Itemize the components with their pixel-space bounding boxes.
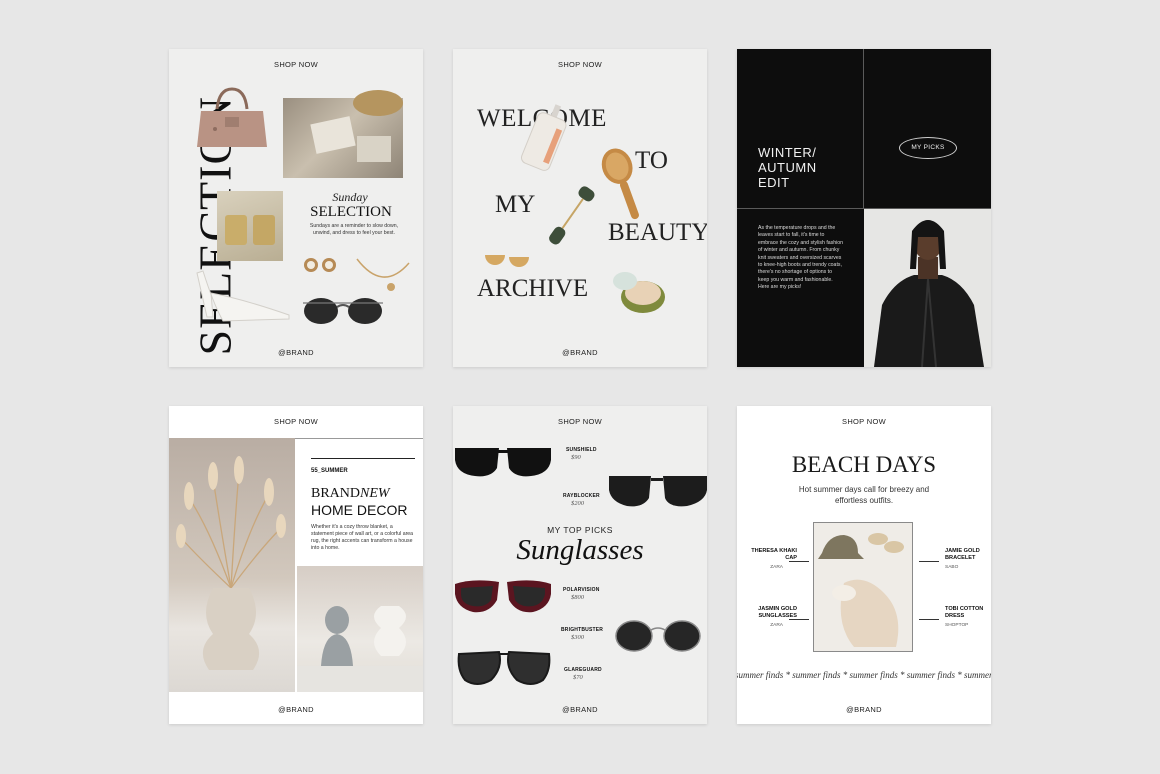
item-store: SHOPTOP: [945, 623, 969, 628]
sunglasses-image: [303, 298, 383, 324]
sunglasses-image-5: [457, 650, 551, 685]
template-card-beauty-archive[interactable]: SHOP NOW WELCOME TO MY BEAUTY ARCHIVE: [453, 49, 707, 367]
product-name: SUNSHIELD: [566, 447, 597, 453]
product-price: $70: [573, 674, 583, 681]
cream-jar-image: [613, 272, 665, 313]
shop-now-label: SHOP NOW: [558, 60, 602, 69]
grid-divider-vertical: [863, 49, 864, 209]
brand-handle: @BRAND: [562, 348, 598, 357]
item-store: ZARA: [770, 623, 783, 628]
script-title: Sunday: [332, 190, 368, 204]
brand-handle: @BRAND: [846, 705, 882, 714]
word-my: MY: [495, 191, 536, 218]
sunglasses-image-4: [615, 620, 701, 652]
desk-flatlay-photo: [283, 90, 403, 178]
product-price: $90: [571, 454, 581, 461]
shop-now-label: SHOP NOW: [558, 417, 602, 426]
pampas-vase-photo: [169, 438, 295, 692]
shop-now-label: SHOP NOW: [274, 60, 318, 69]
product-name: RAYBLOCKER: [563, 493, 600, 499]
beach-title: BEACH DAYS: [791, 452, 937, 477]
decor-title: BRANDNEW HOME DECOR: [311, 486, 408, 518]
pointer-line: [789, 619, 809, 620]
body-text: Sundays are a reminder to slow down, unw…: [309, 223, 399, 236]
brand-handle: @BRAND: [562, 705, 598, 714]
divider-line: [295, 438, 423, 439]
item-name: JASMIN GOLD SUNGLASSES: [758, 606, 797, 619]
section-title: SELECTION: [310, 204, 392, 220]
template-card-winter-edit[interactable]: WINTER/ AUTUMN EDIT MY PICKS As the temp…: [737, 49, 991, 367]
product-price: $300: [571, 634, 584, 641]
tag-underline: [311, 458, 415, 459]
body-text: Whether it's a cozy throw blanket, a sta…: [311, 524, 414, 551]
item-store: SABO: [945, 565, 959, 570]
pearl-earrings-image: [304, 258, 336, 272]
item-name: JAMIE GOLD BRACELET: [945, 548, 980, 561]
buddha-sculpture-photo: [297, 566, 423, 692]
beach-subtitle: Hot summer days call for breezy and effo…: [798, 485, 930, 505]
word-archive: ARCHIVE: [477, 275, 589, 302]
handbag-image: [197, 87, 267, 147]
sunglasses-image-3: [455, 580, 551, 613]
shop-now-label: SHOP NOW: [274, 417, 318, 426]
brand-handle: @BRAND: [278, 348, 314, 357]
item-store: ZARA: [770, 565, 783, 570]
product-name: POLARVISION: [563, 587, 600, 593]
summer-finds-ticker: summer finds * summer finds * summer fin…: [737, 670, 991, 680]
sunglasses-image-1: [455, 448, 551, 477]
pointer-line: [789, 561, 809, 562]
shop-now-label: SHOP NOW: [842, 417, 886, 426]
body-text: As the temperature drops and the leaves …: [758, 225, 844, 291]
model-leather-jacket-photo: [864, 209, 991, 367]
template-card-home-decor[interactable]: SHOP NOW 55_SUMMER BRANDNEW HOME DECOR W…: [169, 406, 423, 724]
pointer-line: [919, 561, 939, 562]
product-price: $800: [571, 594, 584, 601]
pointer-line: [919, 619, 939, 620]
product-price: $200: [571, 500, 584, 507]
beach-outfit-photo: [813, 522, 913, 652]
template-card-sunglasses[interactable]: SHOP NOW SUNSHIELD $90 RAYBLOCKER $200 M…: [453, 406, 707, 724]
product-name: GLAREGUARD: [564, 667, 602, 673]
hair-brush-image: [601, 148, 639, 220]
sunglasses-title: Sunglasses: [516, 534, 644, 566]
template-card-sunday-selection[interactable]: SHOP NOW SELECTION Sunday SELECTION Sund…: [169, 49, 423, 367]
white-heel-image: [196, 270, 290, 322]
template-card-beach-days[interactable]: SHOP NOW BEACH DAYS Hot summer days call…: [737, 406, 991, 724]
product-name: BRIGHTBUSTER: [561, 627, 604, 633]
iced-drinks-photo: [217, 191, 283, 261]
jade-roller-image: [549, 186, 595, 245]
gold-earrings-image: [485, 255, 529, 267]
item-name: THERESA KHAKI CAP: [751, 548, 797, 561]
my-picks-pill[interactable]: MY PICKS: [899, 137, 957, 159]
winter-title: WINTER/ AUTUMN EDIT: [758, 145, 817, 190]
collection-tag: 55_SUMMER: [311, 468, 348, 474]
brand-handle: @BRAND: [278, 705, 314, 714]
item-name: TOBI COTTON DRESS: [945, 606, 984, 619]
sunglasses-image-2: [609, 476, 707, 507]
lotion-bottle-image: [520, 104, 567, 171]
